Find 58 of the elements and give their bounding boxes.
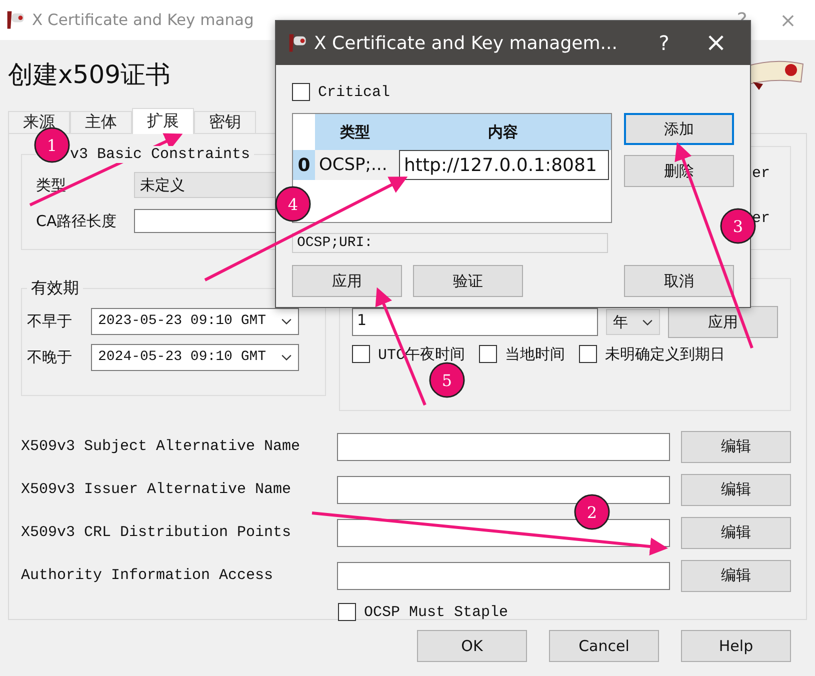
tab[interactable]: 来源 (8, 111, 70, 133)
amount-field[interactable]: 1 (352, 308, 598, 336)
step-marker: 2 (574, 494, 610, 530)
unit-dropdown[interactable]: 年 (606, 309, 660, 335)
option-label: er (752, 165, 770, 182)
checkbox-label: 未明确定义到期日 (605, 344, 726, 364)
not-before-label: 不早于 (27, 312, 73, 330)
page-heading: 创建x509证书 (8, 58, 171, 90)
checkbox-label: OCSP Must Staple (364, 604, 508, 620)
extension-label: X509v3 Subject Alternative Name (21, 438, 302, 455)
edit-button[interactable]: 编辑 (681, 430, 791, 462)
dialog-button[interactable]: Cancel (549, 630, 659, 662)
help-button[interactable]: ? (638, 30, 690, 56)
dialog-button[interactable]: OK (417, 630, 527, 662)
tab[interactable]: 扩展 (132, 108, 194, 134)
caret-icon (642, 318, 653, 326)
extension-label: X509v3 CRL Distribution Points (21, 524, 292, 541)
not-after-label: 不晚于 (27, 348, 73, 366)
close-button[interactable]: × (690, 27, 742, 59)
group-title: 有效期 (30, 278, 80, 299)
date-field[interactable]: 2023-05-23 09:10 GMT (91, 308, 299, 334)
dialog-button[interactable]: Help (681, 630, 791, 662)
cell-editor[interactable]: http://127.0.0.1:8081 (399, 150, 609, 180)
dialog-button[interactable]: 应用 (292, 265, 402, 297)
checkbox-label: Critical (318, 84, 390, 100)
checkbox[interactable] (479, 345, 498, 363)
caret-icon (281, 354, 292, 360)
extension-field[interactable] (337, 562, 670, 590)
edit-button[interactable]: 编辑 (681, 474, 791, 506)
apply-button[interactable]: 应用 (668, 306, 778, 338)
checkbox[interactable] (292, 83, 310, 101)
step-marker: 4 (275, 186, 311, 222)
checkbox[interactable] (579, 345, 598, 363)
tab[interactable]: 密钥 (194, 111, 256, 133)
tab[interactable]: 主体 (70, 111, 132, 133)
cancel-button[interactable]: 取消 (624, 265, 734, 297)
window-title: X Certificate and Key manag (32, 11, 254, 29)
checkbox-label: 当地时间 (505, 344, 566, 364)
extension-label: X509v3 Issuer Alternative Name (21, 481, 292, 498)
edit-button[interactable]: 编辑 (681, 516, 791, 548)
row-header: 0 (293, 150, 315, 180)
dialog-button[interactable]: 验证 (413, 265, 523, 297)
caret-icon (281, 318, 292, 324)
dialog-title: X Certificate and Key managem... (314, 32, 618, 54)
checkbox[interactable] (352, 345, 370, 363)
path-length-label: CA路径长度 (36, 212, 118, 230)
date-field[interactable]: 2024-05-23 09:10 GMT (91, 344, 299, 370)
extension-label: Authority Information Access (21, 567, 274, 584)
step-marker: 5 (429, 362, 465, 398)
extension-field[interactable] (337, 432, 670, 460)
table-cell: OCSP;... (315, 150, 399, 180)
extension-field[interactable] (337, 476, 670, 504)
preview-field: OCSP;URI: (292, 233, 608, 253)
column-header: 内容 (487, 122, 519, 142)
column-header: 类型 (338, 122, 371, 142)
edit-button[interactable]: 编辑 (681, 560, 791, 592)
dialog-button[interactable]: 添加 (624, 113, 734, 145)
checkbox[interactable] (338, 603, 356, 621)
